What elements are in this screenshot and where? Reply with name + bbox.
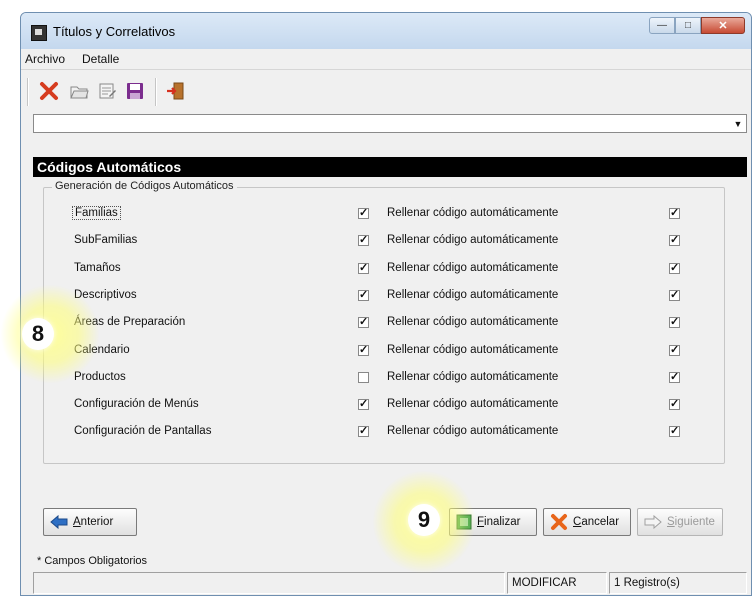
status-bar: MODIFICAR 1 Registro(s) (33, 572, 747, 594)
code-row-name: Familias (72, 206, 121, 220)
fill-code-checkbox[interactable] (669, 370, 680, 383)
toolbar (21, 70, 751, 114)
siguiente-label: Siguiente (667, 516, 715, 528)
code-row-name: Descriptivos (74, 288, 137, 301)
delete-button[interactable] (37, 80, 61, 104)
close-button[interactable]: ✕ (701, 17, 745, 34)
maximize-icon: □ (684, 20, 692, 31)
code-row: Descriptivos Rellenar código automáticame… (44, 286, 724, 306)
fill-code-label: Rellenar código automáticamente (387, 234, 559, 247)
code-row: Familias Rellenar código automáticamente (44, 204, 724, 224)
maximize-button[interactable]: □ (675, 17, 701, 34)
title-bar: Títulos y Correlativos — □ ✕ (21, 13, 751, 49)
fill-code-checkbox[interactable] (669, 397, 680, 411)
code-row: Tamaños Rellenar código automáticamente (44, 259, 724, 279)
edit-button[interactable] (95, 80, 119, 104)
auto-code-checkbox[interactable] (358, 315, 369, 329)
auto-codes-group: Generación de Códigos Automáticos Famili… (43, 180, 725, 464)
code-row-name: Configuración de Pantallas (74, 425, 212, 438)
toolbar-separator (155, 78, 157, 106)
anterior-label: Anterior (73, 516, 114, 528)
code-row: Configuración de Menús Rellenar código au… (44, 395, 724, 415)
fill-code-checkbox[interactable] (669, 288, 680, 301)
fill-code-label: Rellenar código automáticamente (387, 425, 559, 438)
minimize-icon: — (657, 20, 667, 31)
window-title: Títulos y Correlativos (53, 24, 176, 39)
dropdown-arrow-icon[interactable]: ▼ (730, 115, 746, 132)
finish-icon (456, 514, 472, 530)
code-row-name: SubFamilias (74, 234, 138, 247)
finalizar-button[interactable]: Finalizar (449, 508, 537, 536)
cancel-icon (550, 513, 568, 531)
edit-icon (97, 81, 117, 104)
auto-code-checkbox[interactable] (358, 206, 369, 219)
cancelar-label: Cancelar (573, 516, 620, 528)
arrow-left-icon (50, 515, 68, 529)
app-icon (31, 25, 47, 41)
group-label: Generación de Códigos Automáticos (52, 180, 237, 192)
fill-code-checkbox[interactable] (669, 233, 680, 247)
open-folder-icon (69, 81, 89, 104)
save-icon (125, 81, 145, 104)
close-icon: ✕ (718, 20, 728, 32)
minimize-button[interactable]: — (649, 17, 675, 34)
menu-archivo[interactable]: Archivo (25, 52, 65, 66)
step-marker-9: 9 (408, 504, 440, 536)
auto-code-checkbox[interactable] (358, 343, 369, 356)
code-row-name: Áreas de Preparación (74, 316, 186, 329)
code-row-name: Tamaños (74, 261, 121, 274)
fill-code-label: Rellenar código automáticamente (387, 316, 559, 329)
record-selector-combo[interactable]: ▼ (33, 114, 747, 133)
code-row-name: Configuración de Menús (74, 398, 199, 411)
menu-detalle[interactable]: Detalle (82, 52, 119, 66)
code-row: Áreas de Preparación Rellenar código auto… (44, 313, 724, 333)
required-fields-note: * Campos Obligatorios (37, 555, 148, 567)
open-button[interactable] (67, 80, 91, 104)
fill-code-checkbox[interactable] (669, 343, 680, 356)
code-row: Configuración de Pantallas Rellenar códig… (44, 422, 724, 442)
auto-code-checkbox[interactable] (358, 233, 369, 247)
section-header: Códigos Automáticos (33, 157, 747, 177)
auto-code-checkbox[interactable] (358, 397, 369, 411)
code-row-name: Calendario (74, 343, 130, 356)
code-row-name: Productos (74, 370, 126, 383)
fill-code-label: Rellenar código automáticamente (387, 398, 559, 411)
auto-code-checkbox[interactable] (358, 261, 369, 274)
toolbar-separator (27, 78, 29, 106)
fill-code-label: Rellenar código automáticamente (387, 343, 559, 356)
anterior-button[interactable]: Anterior (43, 508, 137, 536)
fill-code-checkbox[interactable] (669, 261, 680, 274)
wizard-buttons: Anterior Finalizar Cancelar Siguiente (33, 508, 747, 548)
auto-code-checkbox[interactable] (358, 288, 369, 301)
window-controls: — □ ✕ (649, 17, 745, 34)
menu-bar: Archivo Detalle (21, 49, 751, 70)
siguiente-button[interactable]: Siguiente (637, 508, 723, 536)
status-records: 1 Registro(s) (609, 572, 747, 594)
code-row: Calendario Rellenar código automáticament… (44, 341, 724, 361)
delete-icon (39, 81, 59, 104)
codes-panel: Códigos Automáticos Generación de Código… (33, 153, 747, 493)
status-mode: MODIFICAR (507, 572, 607, 594)
fill-code-checkbox[interactable] (669, 315, 680, 329)
cancelar-button[interactable]: Cancelar (543, 508, 631, 536)
fill-code-label: Rellenar código automáticamente (387, 288, 559, 301)
status-panel-main (33, 572, 505, 594)
fill-code-label: Rellenar código automáticamente (387, 207, 559, 219)
step-marker-8: 8 (22, 318, 54, 350)
finalizar-label: Finalizar (477, 516, 521, 528)
auto-code-checkbox[interactable] (358, 371, 369, 383)
arrow-right-icon (644, 515, 662, 529)
fill-code-label: Rellenar código automáticamente (387, 261, 559, 274)
exit-icon (165, 81, 185, 104)
fill-code-label: Rellenar código automáticamente (387, 370, 559, 383)
auto-code-checkbox[interactable] (358, 424, 369, 438)
fill-code-checkbox[interactable] (669, 206, 680, 219)
code-row: Productos Rellenar código automáticamente (44, 368, 724, 388)
save-button[interactable] (123, 80, 147, 104)
exit-button[interactable] (163, 80, 187, 104)
main-window: Títulos y Correlativos — □ ✕ Archivo Det… (20, 12, 752, 596)
fill-code-checkbox[interactable] (669, 424, 680, 438)
code-row: SubFamilias Rellenar código automáticamen… (44, 231, 724, 251)
